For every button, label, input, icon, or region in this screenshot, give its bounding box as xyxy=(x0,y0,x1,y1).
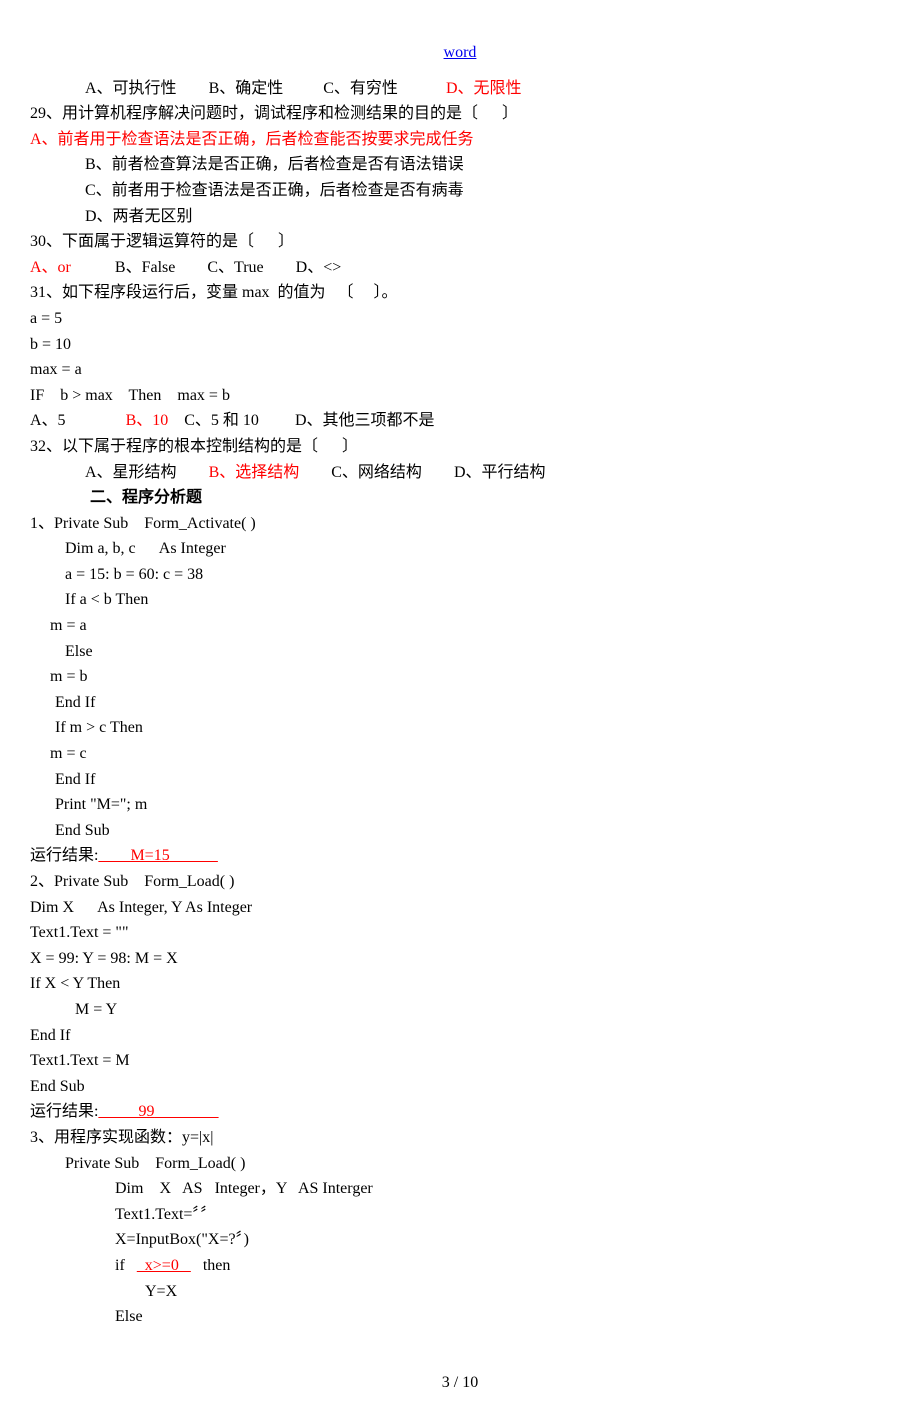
prog3-l6: Y=X xyxy=(30,1279,890,1305)
q32-options: A、星形结构 B、选择结构 C、网络结构 D、平行结构 xyxy=(30,460,890,486)
prog1-result-blank1: ____ xyxy=(98,847,130,864)
prog1-dim: Dim a, b, c As Integer xyxy=(30,536,890,562)
prog2-result-blank2: ________ xyxy=(154,1103,218,1120)
prog1-l2: If a < b Then xyxy=(30,587,890,613)
q29-opt-b: B、前者检查算法是否正确，后者检查是否有语法错误 xyxy=(30,152,890,178)
prog1-l6: End If xyxy=(30,690,890,716)
prog2-l4: If X < Y Then xyxy=(30,971,890,997)
header-title-link[interactable]: word xyxy=(444,44,477,61)
q29-opt-d: D、两者无区别 xyxy=(30,204,890,230)
q30-answer: A、or xyxy=(30,259,71,276)
prog1-l1: a = 15: b = 60: c = 38 xyxy=(30,562,890,588)
q30-text: 30、下面属于逻辑运算符的是〔 〕 xyxy=(30,229,890,255)
q32-answer: B、选择结构 xyxy=(209,464,300,481)
q32-text: 32、以下属于程序的根本控制结构的是〔 〕 xyxy=(30,434,890,460)
section2-title: 二、程序分析题 xyxy=(30,485,890,511)
prog1-l9: End If xyxy=(30,767,890,793)
prog2-l2: Text1.Text = "" xyxy=(30,920,890,946)
prog1-result-value: M=15 xyxy=(130,847,169,864)
q28-answer: D、无限性 xyxy=(446,80,522,97)
document-content: A、可执行性 B、确定性 C、有穷性 D、无限性 29、用计算机程序解决问题时，… xyxy=(30,76,890,1330)
q31-code4: IF b > max Then max = b xyxy=(30,383,890,409)
q29-text: 29、用计算机程序解决问题时，调试程序和检测结果的目的是〔 〕 xyxy=(30,101,890,127)
prog1-l4: Else xyxy=(30,639,890,665)
prog2-result-value: 99 xyxy=(138,1103,154,1120)
q31-options: A、5 B、10 C、5 和 10 D、其他三项都不是 xyxy=(30,408,890,434)
q28-options: A、可执行性 B、确定性 C、有穷性 D、无限性 xyxy=(30,76,890,102)
prog1-result-blank2: ______ xyxy=(170,847,218,864)
prog1-l5: m = b xyxy=(30,664,890,690)
prog3-l3: Text1.Text=〞〞 xyxy=(30,1202,890,1228)
prog3-l5: if x>=0 then xyxy=(30,1253,890,1279)
prog2-l1: Dim X As Integer, Y As Integer xyxy=(30,895,890,921)
prog1-l10: Print "M="; m xyxy=(30,792,890,818)
prog1-header: 1、Private Sub Form_Activate( ) xyxy=(30,511,890,537)
q29-opt-c: C、前者用于检查语法是否正确，后者检查是否有病毒 xyxy=(30,178,890,204)
prog2-l8: End Sub xyxy=(30,1074,890,1100)
prog2-result: 运行结果:_____99________ xyxy=(30,1099,890,1125)
prog2-l6: End If xyxy=(30,1023,890,1049)
prog2-result-blank1: _____ xyxy=(98,1103,138,1120)
prog1-l3: m = a xyxy=(30,613,890,639)
prog3-l7: Else xyxy=(30,1304,890,1330)
prog2-header: 2、Private Sub Form_Load( ) xyxy=(30,869,890,895)
page-header: word xyxy=(30,40,890,66)
q30-options: A、or B、False C、True D、<> xyxy=(30,255,890,281)
prog1-result: 运行结果:____M=15______ xyxy=(30,843,890,869)
q31-code1: a = 5 xyxy=(30,306,890,332)
prog1-l8: m = c xyxy=(30,741,890,767)
prog2-l7: Text1.Text = M xyxy=(30,1048,890,1074)
q31-code3: max = a xyxy=(30,357,890,383)
q29-answer: A、前者用于检查语法是否正确，后者检查能否按要求完成任务 xyxy=(30,127,890,153)
q31-code2: b = 10 xyxy=(30,332,890,358)
prog1-l11: End Sub xyxy=(30,818,890,844)
q31-answer: B、10 xyxy=(126,412,169,429)
prog3-answer: x>=0 xyxy=(137,1257,191,1274)
prog1-l7: If m > c Then xyxy=(30,715,890,741)
prog2-l3: X = 99: Y = 98: M = X xyxy=(30,946,890,972)
prog3-l4: X=InputBox("X=?〞) xyxy=(30,1227,890,1253)
prog3-l1: Private Sub Form_Load( ) xyxy=(30,1151,890,1177)
prog2-l5: M = Y xyxy=(30,997,890,1023)
q31-text: 31、如下程序段运行后，变量 max 的值为 〔 〕。 xyxy=(30,280,890,306)
page-number: 3 / 10 xyxy=(30,1370,890,1396)
prog3-header: 3、用程序实现函数：y=|x| xyxy=(30,1125,890,1151)
prog3-l2: Dim X AS Integer，Y AS Interger xyxy=(30,1176,890,1202)
